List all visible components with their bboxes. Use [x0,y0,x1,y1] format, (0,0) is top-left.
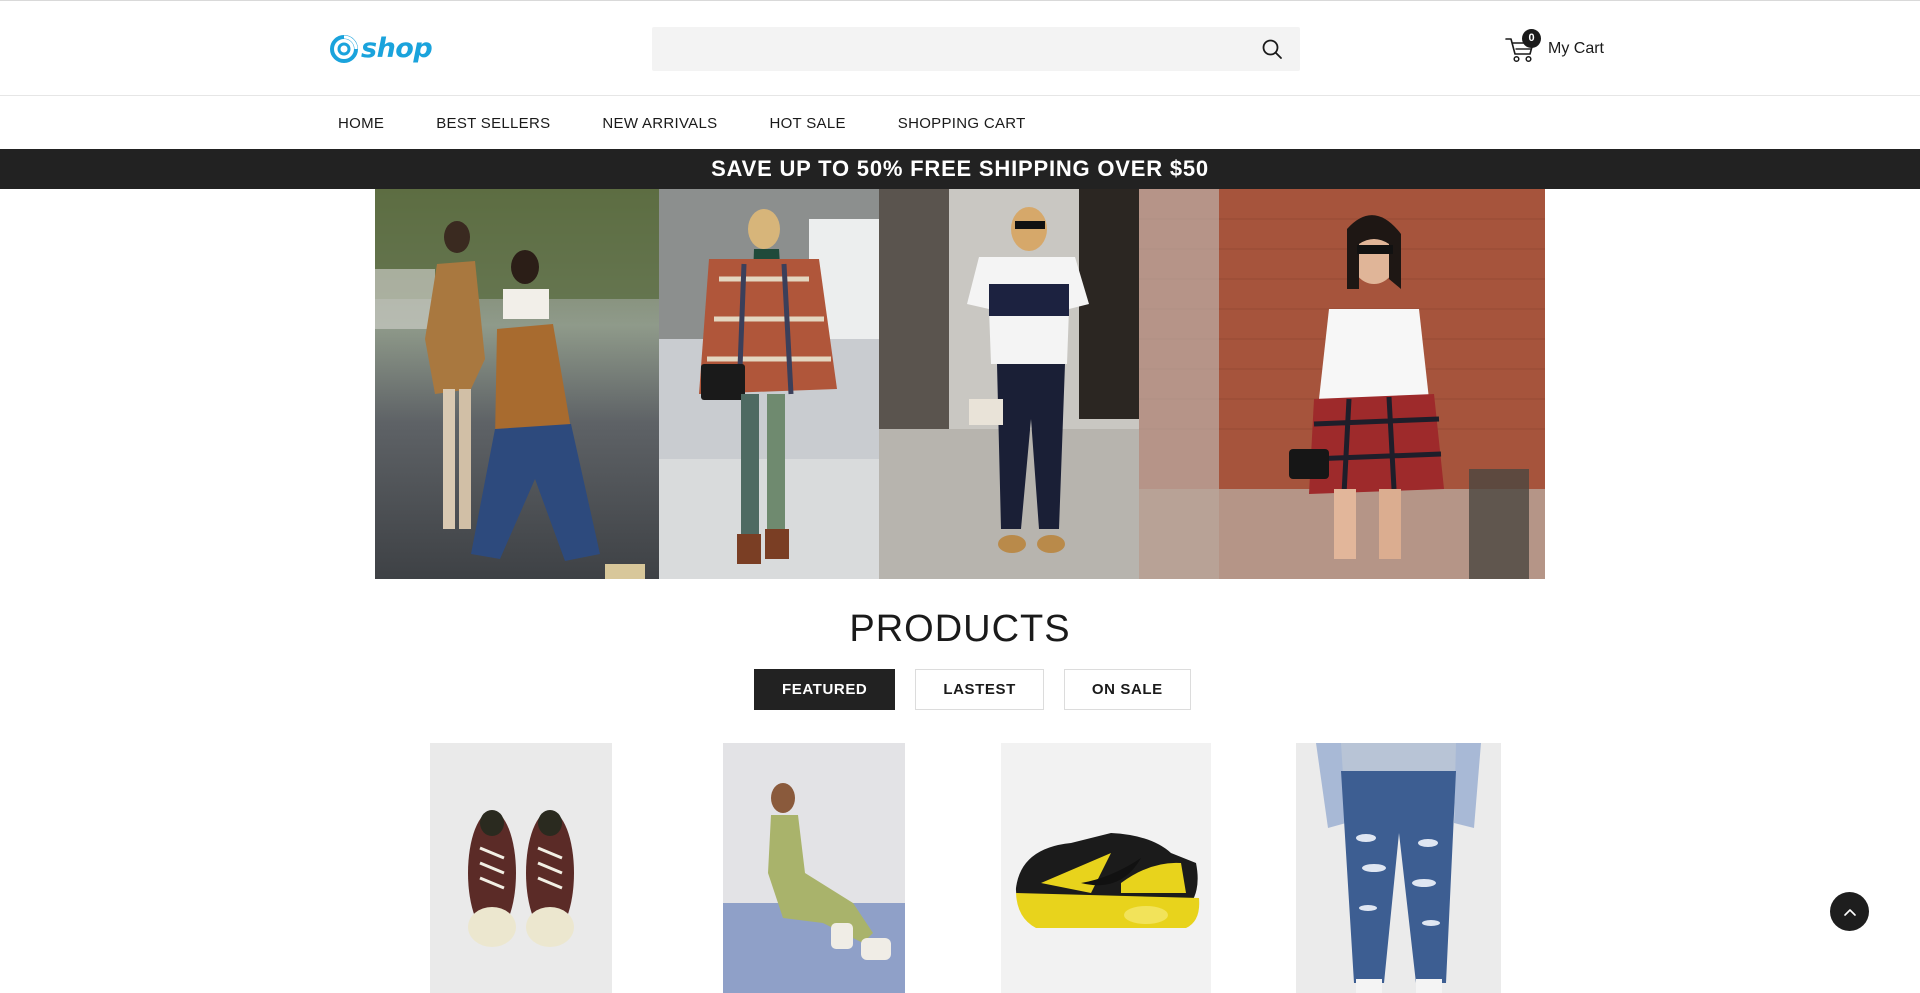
banner-image-striped-tee [879,189,1139,579]
site-header: shop 0 My Cart [0,1,1920,96]
search-input[interactable] [652,27,1252,71]
main-nav: HOME BEST SELLERS NEW ARRIVALS HOT SALE … [0,97,1920,149]
search-bar [652,27,1300,71]
nav-item-best-sellers[interactable]: BEST SELLERS [436,115,550,132]
product-image-green-dress [723,743,905,993]
tab-lastest[interactable]: LASTEST [915,669,1044,710]
chevron-up-icon [1843,908,1856,916]
nav-item-shopping-cart[interactable]: SHOPPING CART [898,115,1026,132]
banner-image-street-duo [375,189,659,579]
nav-item-hot-sale[interactable]: HOT SALE [769,115,845,132]
tab-on-sale[interactable]: ON SALE [1063,669,1191,710]
product-image-sneakers [430,743,612,993]
promo-text: SAVE UP TO 50% FREE SHIPPING OVER $50 [711,156,1209,181]
product-image-ripped-jeans [1296,743,1501,993]
banner-image-plaid-poncho [659,189,879,579]
search-icon[interactable] [1260,37,1284,61]
product-image-yellow-sneaker [1001,743,1211,993]
nav-item-home[interactable]: HOME [338,115,384,132]
product-card-sneakers[interactable] [430,743,612,993]
banner-image-brick-wall [1139,189,1545,579]
cart-count-badge: 0 [1522,29,1541,48]
cart-label: My Cart [1548,40,1604,57]
logo-text: shop [361,33,433,64]
product-tabs: FEATURED LASTEST ON SALE [754,669,1211,710]
tab-featured[interactable]: FEATURED [754,669,896,710]
products-title: PRODUCTS [849,608,1071,650]
hero-banner[interactable] [375,189,1545,579]
logo-icon [330,35,358,63]
nav-item-new-arrivals[interactable]: NEW ARRIVALS [602,115,717,132]
cart-button[interactable]: 0 My Cart [1504,29,1604,67]
product-card-ripped-jeans[interactable] [1296,743,1501,993]
cart-icon-wrap: 0 [1504,29,1541,66]
nav-items: HOME BEST SELLERS NEW ARRIVALS HOT SALE … [338,97,1078,149]
site-logo[interactable]: shop [329,31,433,67]
scroll-to-top-button[interactable] [1830,892,1869,931]
product-card-green-dress[interactable] [723,743,905,993]
product-card-yellow-sneaker[interactable] [1001,743,1211,993]
promo-bar: SAVE UP TO 50% FREE SHIPPING OVER $50 [0,149,1920,189]
product-grid [0,743,1920,993]
